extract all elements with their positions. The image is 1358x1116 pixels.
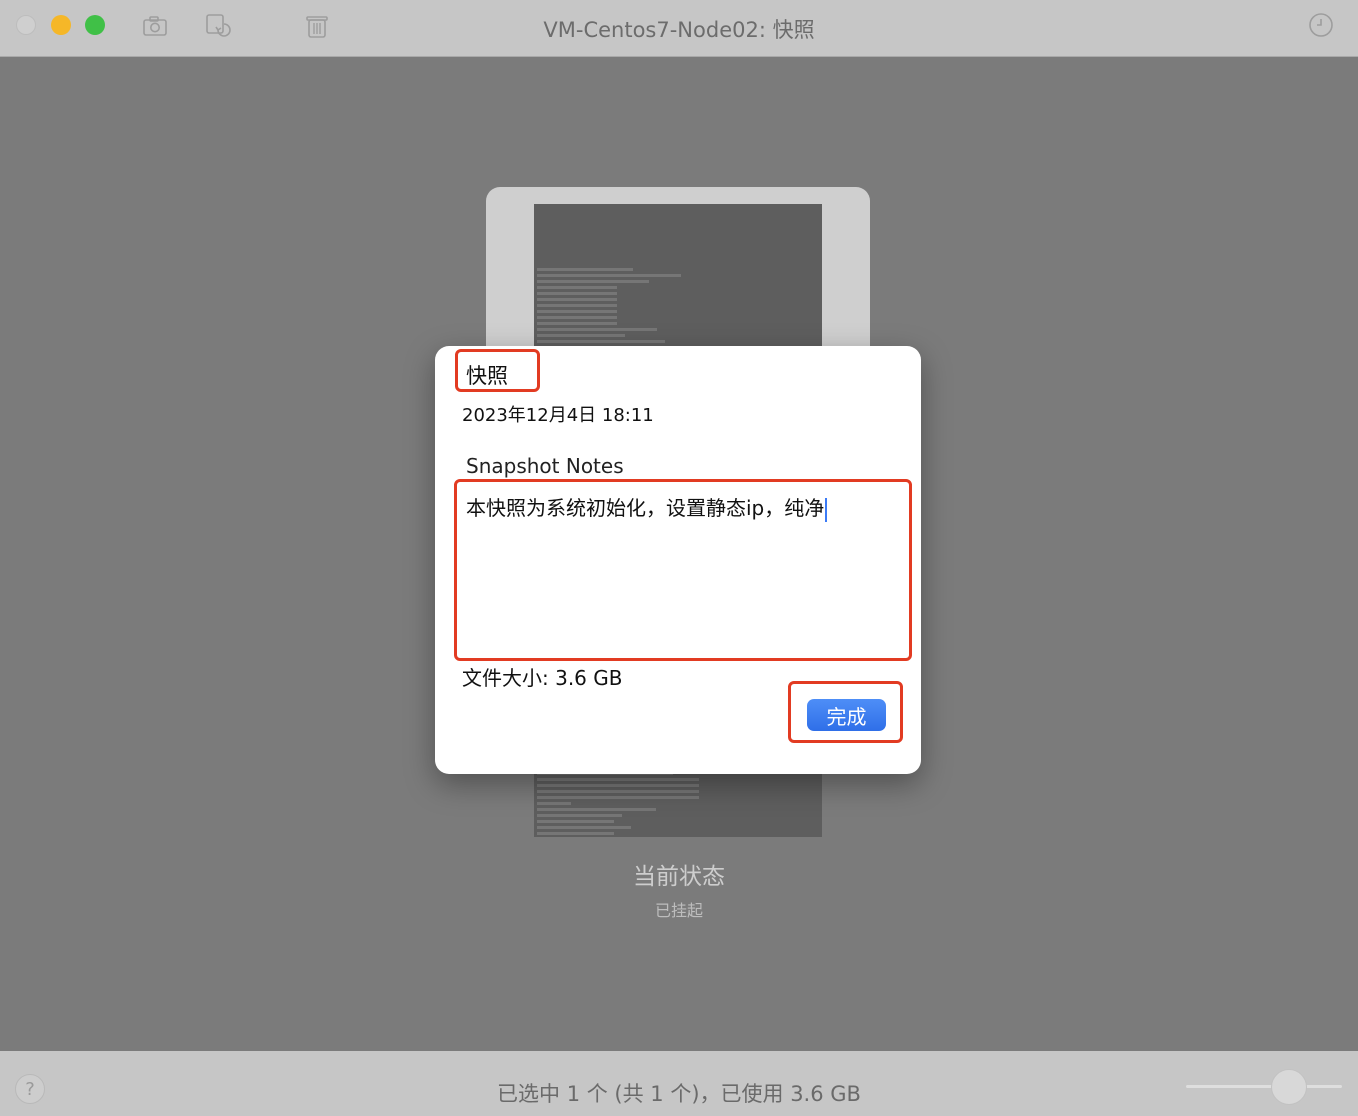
- text-caret: [825, 497, 828, 522]
- title-bar: VM-Centos7-Node02: 快照: [0, 0, 1358, 57]
- snapshot-info-dialog: 快照 2023年12月4日 18:11 Snapshot Notes 本快照为系…: [435, 346, 921, 774]
- status-bar: ? 已选中 1 个 (共 1 个)，已使用 3.6 GB: [0, 1051, 1358, 1116]
- zoom-slider-knob[interactable]: [1271, 1069, 1307, 1105]
- notes-text: 本快照为系统初始化，设置静态ip，纯净: [466, 496, 825, 520]
- snapshot-date: 2023年12月4日 18:11: [462, 405, 654, 426]
- dialog-title: 快照: [466, 364, 508, 388]
- status-text: 已选中 1 个 (共 1 个)，已使用 3.6 GB: [497, 1082, 861, 1106]
- window-title: VM-Centos7-Node02: 快照: [543, 18, 815, 42]
- terminal-text-top: [537, 268, 697, 352]
- file-size: 文件大小: 3.6 GB: [462, 666, 623, 690]
- current-state-label: 当前状态: [633, 864, 725, 890]
- done-button[interactable]: 完成: [807, 699, 886, 731]
- notes-label: Snapshot Notes: [466, 454, 624, 478]
- terminal-text-bottom: [537, 772, 707, 837]
- zoom-slider-track[interactable]: [1186, 1085, 1342, 1088]
- clock-icon[interactable]: [1308, 12, 1334, 38]
- suspended-status: 已挂起: [654, 901, 703, 920]
- snapshot-notes-field[interactable]: 本快照为系统初始化，设置静态ip，纯净: [462, 488, 907, 653]
